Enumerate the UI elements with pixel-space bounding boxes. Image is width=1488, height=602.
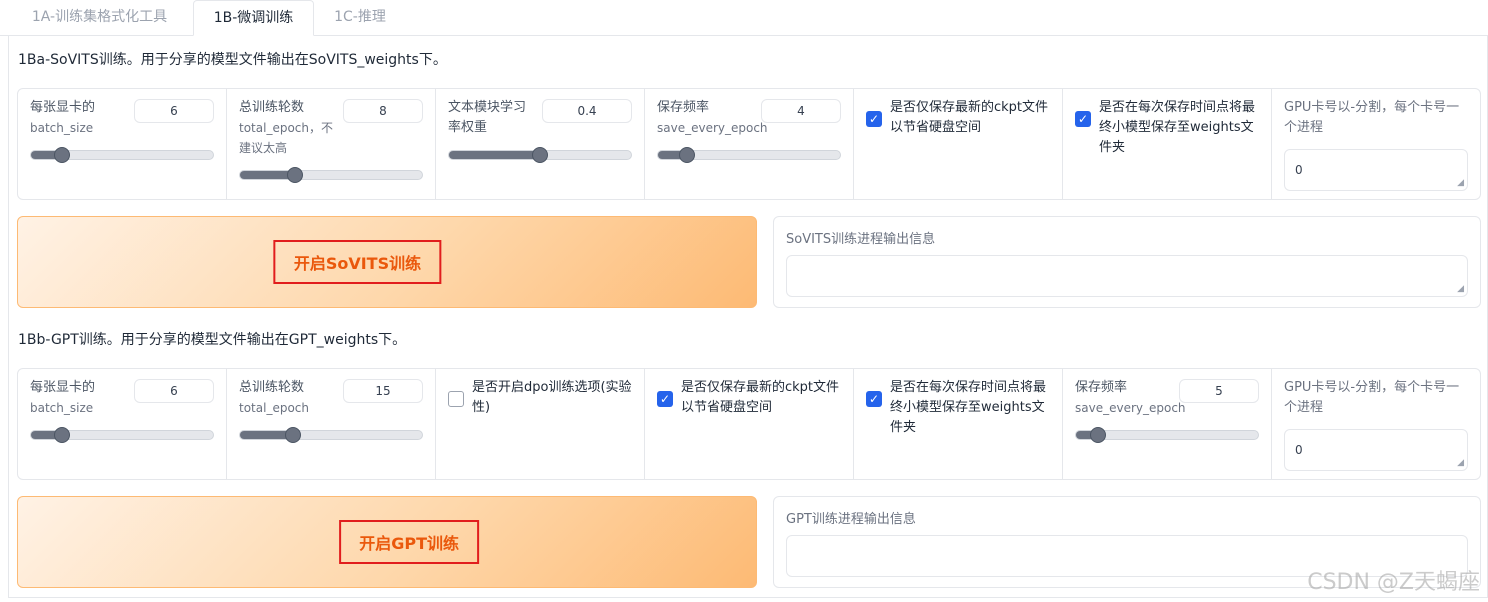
gpt-total-epoch-label-en: total_epoch (239, 401, 309, 415)
sovits-save-every-input[interactable]: 4 (761, 99, 841, 123)
sovits-section-title: 1Ba-SoVITS训练。用于分享的模型文件输出在SoVITS_weights下… (18, 52, 447, 68)
sovits-total-epoch-slider[interactable] (239, 167, 423, 183)
sovits-save-every-label-en: save_every_epoch (657, 121, 768, 135)
sovits-gpu-label: GPU卡号以-分割，每个卡号一个进程 (1284, 100, 1460, 135)
resize-handle-icon[interactable]: ◢ (1457, 285, 1464, 294)
slider-thumb[interactable] (284, 427, 301, 443)
tab-inference[interactable]: 1C-推理 (320, 0, 400, 36)
sovits-total-epoch-label: 总训练轮数 (239, 100, 305, 115)
gpt-save-small-cell: ✓ 是否在每次保存时间点将最终小模型保存至weights文件夹 (854, 369, 1063, 479)
gpt-save-small-checkbox[interactable]: ✓ (866, 391, 882, 407)
gpt-dpo-cell: ✓ 是否开启dpo训练选项(实验性) (436, 369, 645, 479)
sovits-gpu-cell: GPU卡号以-分割，每个卡号一个进程 0 ◢ (1272, 89, 1480, 199)
gpt-gpu-input[interactable]: 0 ◢ (1284, 429, 1468, 471)
sovits-gpu-value: 0 (1295, 163, 1303, 177)
resize-handle-icon[interactable]: ◢ (1457, 459, 1464, 468)
sovits-text-weight-input[interactable]: 0.4 (542, 99, 632, 123)
gpt-dpo-checkbox[interactable]: ✓ (448, 391, 464, 407)
slider-thumb[interactable] (53, 427, 70, 443)
gpt-batch-size-label-en: batch_size (30, 401, 94, 415)
slider-thumb[interactable] (532, 147, 548, 163)
gpt-batch-size-input[interactable]: 6 (134, 379, 214, 403)
sovits-save-every-label: 保存频率 (657, 100, 710, 115)
sovits-save-small-cell: ✓ 是否在每次保存时间点将最终小模型保存至weights文件夹 (1063, 89, 1272, 199)
sovits-save-latest-checkbox[interactable]: ✓ (866, 111, 882, 127)
gpt-save-every-label-en: save_every_epoch (1075, 401, 1186, 415)
gpt-save-every-input[interactable]: 5 (1179, 379, 1259, 403)
sovits-save-small-label: 是否在每次保存时间点将最终小模型保存至weights文件夹 (1099, 100, 1256, 155)
gpt-total-epoch-slider[interactable] (239, 427, 423, 443)
sovits-save-every-slider[interactable] (657, 147, 841, 163)
gpt-total-epoch-input[interactable]: 15 (343, 379, 423, 403)
sovits-save-every-cell: 保存频率 save_every_epoch 4 (645, 89, 854, 199)
gpt-save-every-label: 保存频率 (1075, 380, 1128, 395)
sovits-output-textarea[interactable]: ◢ (786, 255, 1468, 297)
gpt-save-every-cell: 保存频率 save_every_epoch 5 (1063, 369, 1272, 479)
slider-thumb[interactable] (53, 147, 70, 163)
tab-dataset-format[interactable]: 1A-训练集格式化工具 (12, 0, 187, 36)
sovits-batch-size-cell: 每张显卡的 batch_size 6 (18, 89, 227, 199)
sovits-save-latest-cell: ✓ 是否仅保存最新的ckpt文件以节省硬盘空间 (854, 89, 1063, 199)
tab-bar: 1A-训练集格式化工具 1B-微调训练 1C-推理 (0, 0, 1488, 36)
sovits-gpu-input[interactable]: 0 ◢ (1284, 149, 1468, 191)
gpt-save-latest-checkbox[interactable]: ✓ (657, 391, 673, 407)
start-sovits-training-label: 开启SoVITS训练 (273, 240, 442, 284)
tab-finetune[interactable]: 1B-微调训练 (193, 0, 314, 36)
sovits-text-weight-label: 文本模块学习率权重 (448, 100, 527, 135)
gpt-gpu-label: GPU卡号以-分割，每个卡号一个进程 (1284, 380, 1460, 415)
gpt-save-small-label: 是否在每次保存时间点将最终小模型保存至weights文件夹 (890, 380, 1047, 435)
start-sovits-training-button[interactable]: 开启SoVITS训练 (17, 216, 757, 308)
gpt-batch-size-cell: 每张显卡的 batch_size 6 (18, 369, 227, 479)
sovits-output-label: SoVITS训练进程输出信息 (786, 232, 936, 247)
sovits-total-epoch-input[interactable]: 8 (343, 99, 423, 123)
sovits-text-weight-cell: 文本模块学习率权重 0.4 (436, 89, 645, 199)
gpt-output-label: GPT训练进程输出信息 (786, 512, 916, 527)
slider-thumb[interactable] (679, 147, 696, 163)
sovits-batch-size-label-en: batch_size (30, 121, 94, 135)
watermark: CSDN @Z天蝎座 (1307, 570, 1480, 595)
gpt-batch-size-label: 每张显卡的 (30, 380, 96, 395)
sovits-total-epoch-label-en: total_epoch，不建议太高 (239, 121, 333, 155)
resize-handle-icon[interactable]: ◢ (1457, 179, 1464, 188)
gpt-save-latest-cell: ✓ 是否仅保存最新的ckpt文件以节省硬盘空间 (645, 369, 854, 479)
slider-thumb[interactable] (286, 167, 303, 183)
sovits-save-latest-label: 是否仅保存最新的ckpt文件以节省硬盘空间 (890, 100, 1049, 135)
gpt-total-epoch-cell: 总训练轮数 total_epoch 15 (227, 369, 436, 479)
sovits-batch-size-label: 每张显卡的 (30, 100, 96, 115)
gpt-gpu-cell: GPU卡号以-分割，每个卡号一个进程 0 ◢ (1272, 369, 1480, 479)
sovits-text-weight-slider[interactable] (448, 147, 632, 163)
gpt-section-title: 1Bb-GPT训练。用于分享的模型文件输出在GPT_weights下。 (18, 332, 407, 348)
gpt-save-every-slider[interactable] (1075, 427, 1259, 443)
sovits-params-row: 每张显卡的 batch_size 6 总训练轮数 total_epoch，不建议… (17, 88, 1481, 200)
gpt-gpu-value: 0 (1295, 443, 1303, 457)
gpt-total-epoch-label: 总训练轮数 (239, 380, 305, 395)
start-gpt-training-label: 开启GPT训练 (339, 520, 480, 564)
start-gpt-training-button[interactable]: 开启GPT训练 (17, 496, 757, 588)
slider-thumb[interactable] (1089, 427, 1106, 443)
sovits-output-box: SoVITS训练进程输出信息 ◢ (773, 216, 1481, 308)
sovits-save-small-checkbox[interactable]: ✓ (1075, 111, 1091, 127)
gpt-save-latest-label: 是否仅保存最新的ckpt文件以节省硬盘空间 (681, 380, 840, 415)
gpt-batch-size-slider[interactable] (30, 427, 214, 443)
gpt-dpo-label: 是否开启dpo训练选项(实验性) (472, 380, 632, 415)
sovits-total-epoch-cell: 总训练轮数 total_epoch，不建议太高 8 (227, 89, 436, 199)
sovits-batch-size-slider[interactable] (30, 147, 214, 163)
sovits-batch-size-input[interactable]: 6 (134, 99, 214, 123)
gpt-params-row: 每张显卡的 batch_size 6 总训练轮数 total_epoch 15 … (17, 368, 1481, 480)
